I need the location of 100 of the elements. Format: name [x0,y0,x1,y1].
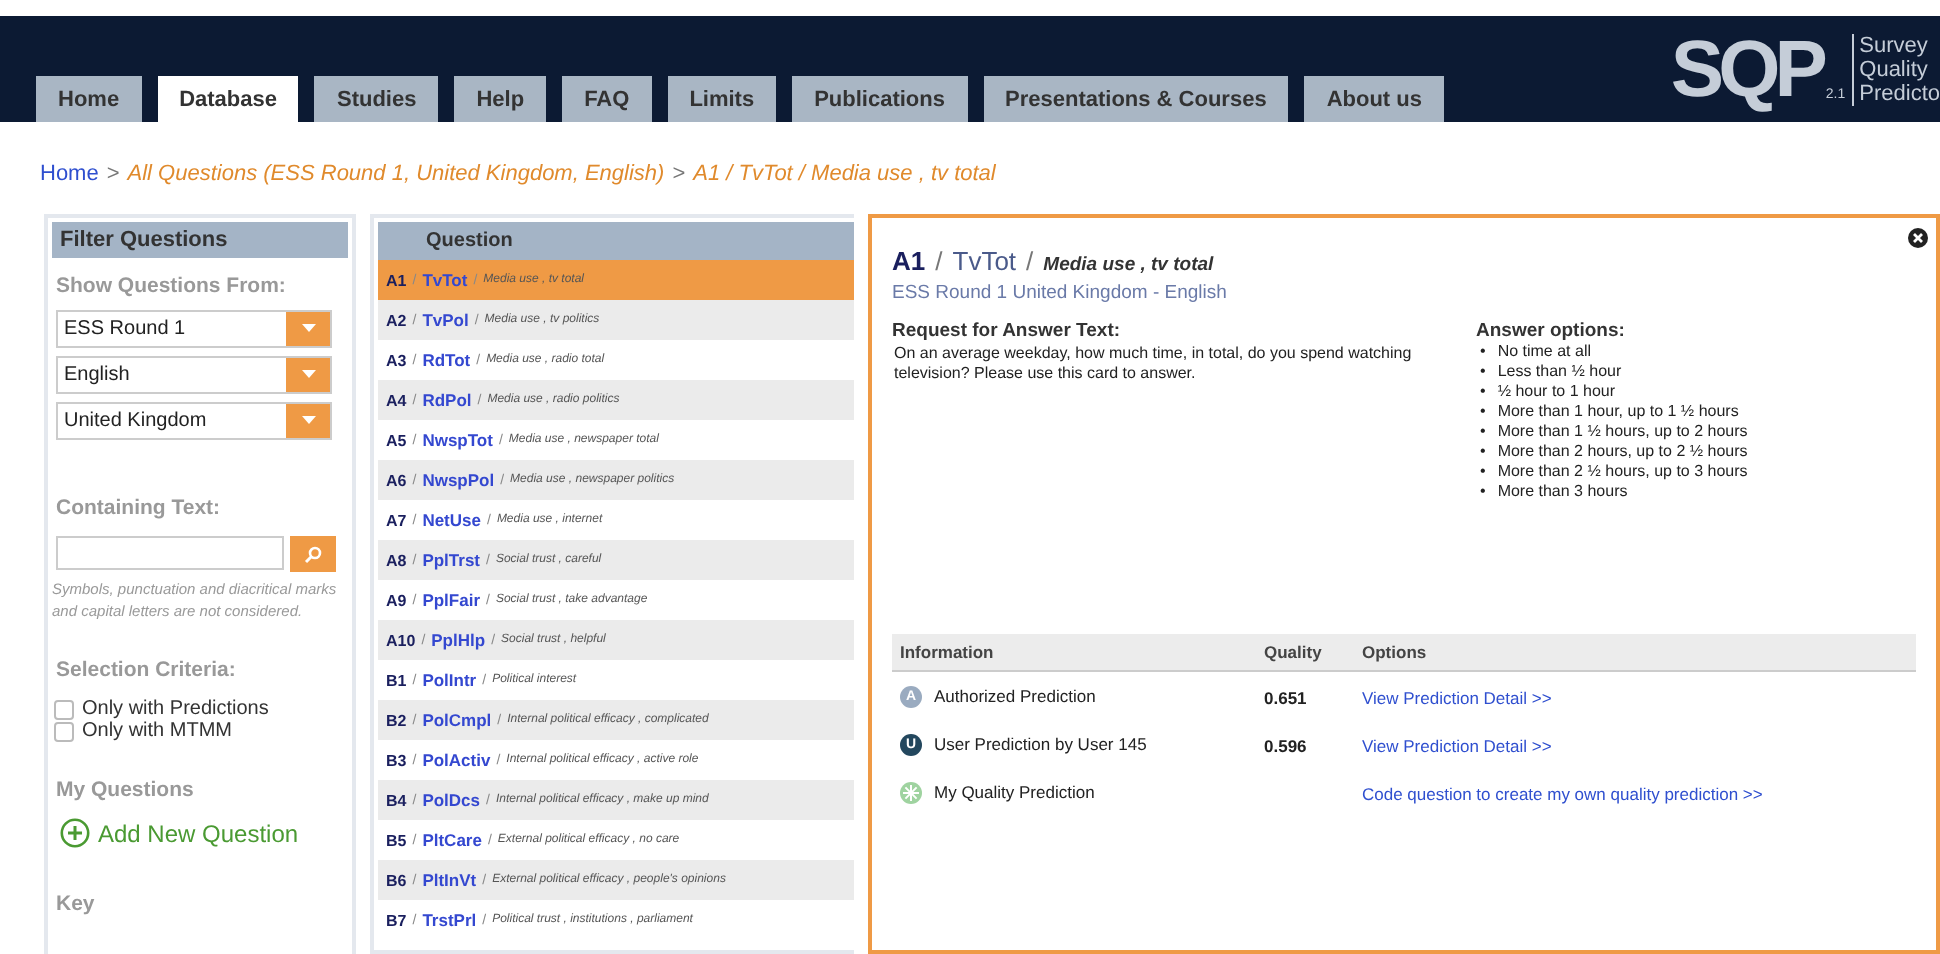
flower-icon [900,781,922,803]
nav-tab[interactable]: Presentations & Courses [983,76,1289,122]
logo-text: Predicto [1859,81,1940,105]
option-link[interactable]: View Prediction Detail >> [1362,736,1552,756]
prediction-name: My Quality Prediction [934,782,1095,802]
nav-tab[interactable]: Home [36,76,142,122]
logo-text: Survey [1859,33,1930,57]
nav-tab[interactable]: About us [1304,76,1444,122]
variable-name: PltInVt [422,870,477,890]
option-link[interactable]: View Prediction Detail >> [1362,688,1552,708]
variable-name: RdTot [422,350,471,370]
answer-option: Less than ½ hour [1497,362,1622,382]
question-description: Media use , tv total [1043,254,1214,276]
checkbox[interactable] [54,699,74,719]
question-code: A2 [386,311,407,329]
question-code: B6 [386,871,407,889]
dropdown[interactable]: English [56,356,332,394]
prediction-name: User Prediction by User 145 [934,734,1147,754]
question-code: B5 [386,831,407,849]
section-heading: Answer options: [1476,320,1627,342]
section-heading: Request for Answer Text: [892,320,1123,342]
variable-name: TvPol [422,310,469,330]
question-code: B7 [386,911,407,929]
caret-icon [301,416,315,426]
panel-title: Filter Questions [52,222,348,258]
column-header: Question [378,222,854,260]
question-code: B4 [386,791,407,809]
answer-option: More than 1 ½ hours, up to 2 hours [1497,422,1748,442]
checkbox[interactable] [54,721,74,741]
bullet: • [1480,482,1486,502]
variable-name: RdPol [422,390,472,410]
question-code: A8 [386,551,407,569]
answer-option: No time at all [1497,342,1591,362]
answer-option: More than 2 ½ hours, up to 3 hours [1497,462,1748,482]
request-text: On an average weekday, how much time, in total, do you spend watching television? Please use this card to answer. [894,344,1414,382]
variable-name: PltCare [422,830,482,850]
bullet: • [1480,382,1486,402]
logo-text: Quality [1859,57,1930,81]
variable-name: PolIntr [422,670,477,690]
plus-circle-icon [60,818,90,848]
question-code: A6 [386,471,407,489]
search-field[interactable] [56,536,284,570]
bullet: • [1480,462,1486,482]
variable-name: PplFair [422,590,480,610]
question-code: A9 [386,591,407,609]
section-label: Selection Criteria: [56,658,238,682]
option-link[interactable]: Code question to create my own quality prediction >> [1362,784,1763,804]
variable-name: TvTot [952,246,1017,276]
variable-name: PolCmpl [422,710,492,730]
column-header: Quality [1264,642,1324,662]
question-code: A10 [386,631,416,649]
nav-tab[interactable]: Help [454,76,547,122]
question-code: B1 [386,671,407,689]
search-icon [304,545,322,563]
prediction-name: Authorized Prediction [934,686,1096,706]
section-label: My Questions [56,778,196,802]
nav-tab[interactable]: Limits [667,76,777,122]
quality-value: 0.651 [1264,688,1307,708]
dropdown[interactable]: United Kingdom [56,402,332,440]
question-code: B2 [386,711,407,729]
close-icon[interactable] [1908,228,1928,248]
breadcrumb-link[interactable]: Home [40,162,99,186]
section-label: Show Questions From: [56,274,288,298]
breadcrumb-separator: > [106,162,120,186]
separator: / [1026,246,1034,276]
study-subtitle: ESS Round 1 United Kingdom - English [892,282,1229,304]
checkbox-label: Only with Predictions [82,698,269,720]
question-code: A5 [386,431,407,449]
variable-name: PolActiv [422,750,491,770]
nav-tab[interactable]: Database [157,76,299,122]
question-code: A7 [386,511,407,529]
caret-icon [301,370,315,380]
search-button[interactable] [290,536,336,572]
variable-name: TrstPrl [422,910,477,930]
breadcrumb-separator: > [672,162,686,186]
bullet: • [1480,422,1486,442]
question-code: B3 [386,751,407,769]
answer-option: More than 2 hours, up to 2 ½ hours [1497,442,1748,462]
bullet: • [1480,362,1486,382]
question-code: A3 [386,351,407,369]
nav-tab[interactable]: Publications [792,76,967,122]
logo-mark: SQP [1670,29,1822,109]
answer-option: More than 1 hour, up to 1 ½ hours [1497,402,1739,422]
variable-name: PolDcs [422,790,481,810]
nav-tab[interactable]: Studies [314,76,439,122]
variable-name: NwspTot [422,430,493,450]
bullet: • [1480,442,1486,462]
answer-option: More than 3 hours [1497,482,1628,502]
question-code: A1 [386,271,407,289]
bullet: • [1480,342,1486,362]
nav-tab[interactable]: FAQ [562,76,652,122]
variable-name: NetUse [422,510,481,530]
column-header: Options [1362,642,1429,662]
answer-option: ½ hour to 1 hour [1497,382,1616,402]
variable-name: PplTrst [422,550,480,570]
column-header: Information [900,642,996,662]
bullet: • [1480,402,1486,422]
variable-name: NwspPol [422,470,495,490]
dropdown[interactable]: ESS Round 1 [56,310,332,348]
add-question-link[interactable]: Add New Question [60,818,348,848]
